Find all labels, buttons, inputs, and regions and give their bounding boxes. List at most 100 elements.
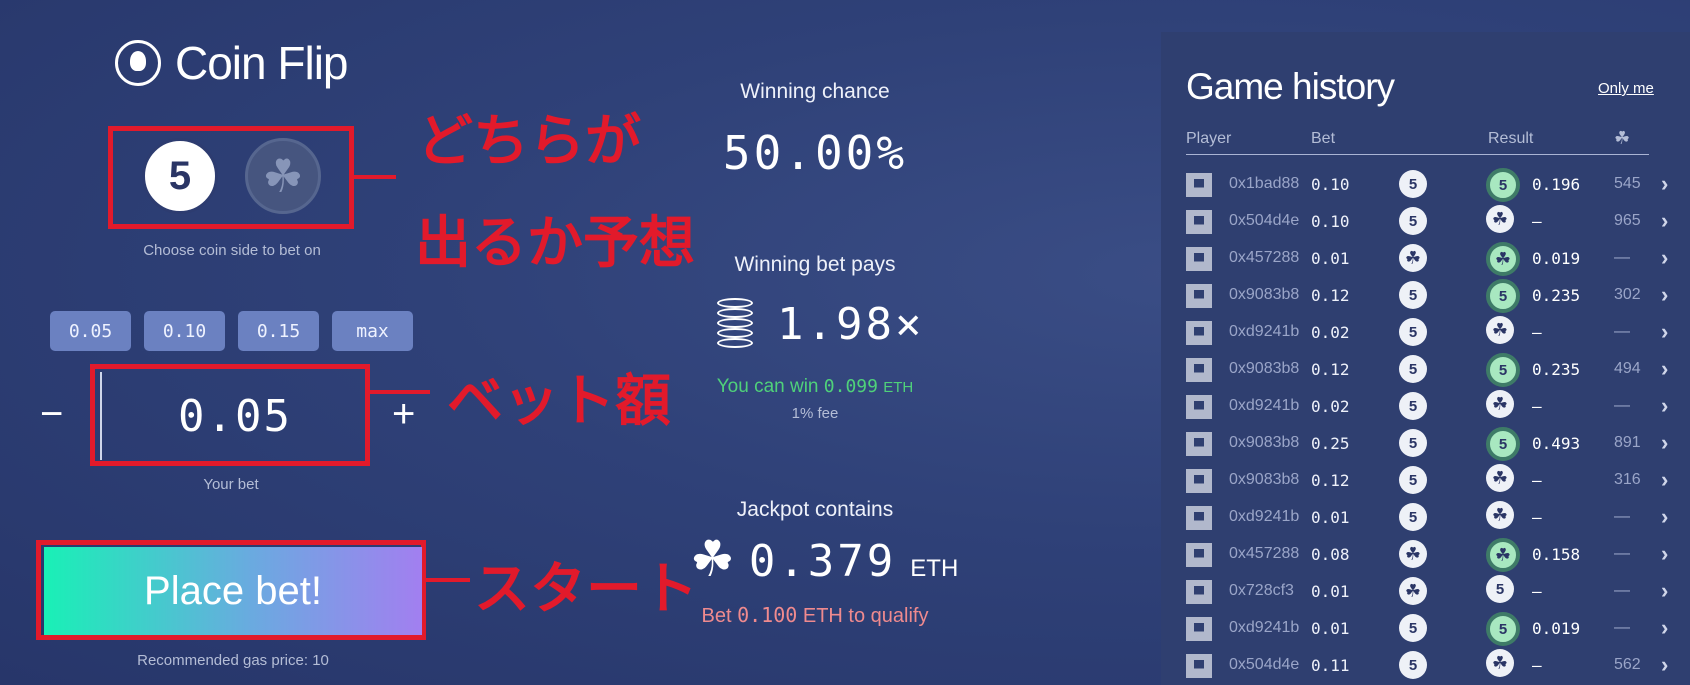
row-bet: 0.12 (1311, 471, 1350, 490)
chevron-right-icon[interactable]: › (1661, 319, 1668, 345)
history-row[interactable]: 0x9083b8 0.12 5 5 0.235 302 › (1186, 274, 1668, 313)
header-jackpot-clover-icon: ☘ (1614, 128, 1631, 148)
row-payout: 0.158 (1532, 545, 1581, 564)
chevron-right-icon[interactable]: › (1661, 430, 1668, 456)
your-bet-label: Your bet (203, 476, 259, 493)
chevron-right-icon[interactable]: › (1661, 615, 1668, 641)
history-row[interactable]: 0x457288 0.01 ☘ ☘ 0.019 — › (1186, 237, 1668, 276)
game-history-panel: Game history Only me Player Bet Result ☘… (1161, 32, 1690, 685)
history-row[interactable]: 0x457288 0.08 ☘ ☘ 0.158 — › (1186, 533, 1668, 572)
row-pick-coin-icon: 5 (1399, 651, 1427, 679)
chevron-right-icon[interactable]: › (1661, 578, 1668, 604)
row-jackpot: 965 (1614, 212, 1641, 229)
place-bet-button[interactable]: Place bet! (44, 547, 422, 635)
row-pick-coin-icon: ☘ (1399, 540, 1427, 568)
row-pick-coin-icon: 5 (1399, 207, 1427, 235)
preset-0-15-button[interactable]: 0.15 (238, 311, 319, 351)
chevron-right-icon[interactable]: › (1661, 282, 1668, 308)
row-result-coin-icon: ☘ (1486, 501, 1514, 529)
player-avatar (1186, 432, 1212, 456)
row-bet: 0.12 (1311, 286, 1350, 305)
chevron-right-icon[interactable]: › (1661, 356, 1668, 382)
history-row[interactable]: 0x1bad88 0.10 5 5 0.196 545 › (1186, 163, 1668, 202)
history-row[interactable]: 0x728cf3 0.01 ☘ 5 — — › (1186, 570, 1668, 607)
row-payout: 0.493 (1532, 434, 1581, 453)
app-title: Coin Flip (115, 36, 349, 90)
row-result-coin-icon: 5 (1486, 575, 1514, 603)
row-result-coin-icon: ☘ (1486, 316, 1514, 344)
row-result-coin-icon: 5 (1486, 279, 1520, 313)
coin-five-button[interactable]: 5 (142, 138, 218, 214)
player-avatar (1186, 210, 1212, 234)
row-payout: — (1532, 212, 1542, 231)
row-player: 0x504d4e (1229, 656, 1300, 673)
row-result-coin-icon: ☘ (1486, 538, 1520, 572)
chevron-right-icon[interactable]: › (1661, 504, 1668, 530)
history-row[interactable]: 0xd9241b 0.01 5 ☘ — — › (1186, 496, 1668, 533)
history-row[interactable]: 0xd9241b 0.02 5 ☘ — — › (1186, 311, 1668, 348)
winning-pays-row: 1.98× (715, 296, 924, 352)
can-win-text: You can win 0.099 ETH (655, 376, 975, 398)
decrease-bet-button[interactable]: − (40, 392, 63, 437)
player-avatar (1186, 247, 1212, 271)
history-row[interactable]: 0x504d4e 0.11 5 ☘ — 562 › (1186, 644, 1668, 681)
history-row[interactable]: 0x504d4e 0.10 5 ☘ — 965 › (1186, 200, 1668, 237)
row-player: 0x9083b8 (1229, 286, 1300, 303)
player-avatar (1186, 321, 1212, 345)
row-bet: 0.10 (1311, 175, 1350, 194)
only-me-filter-link[interactable]: Only me (1598, 80, 1654, 97)
bet-amount-input[interactable] (100, 372, 368, 460)
row-bet: 0.10 (1311, 212, 1350, 231)
can-win-value: 0.099 (823, 376, 878, 397)
jackpot-value: 0.379 (748, 536, 897, 587)
history-row[interactable]: 0xd9241b 0.01 5 5 0.019 — › (1186, 607, 1668, 646)
row-result-coin-icon: 5 (1486, 427, 1520, 461)
chevron-right-icon[interactable]: › (1661, 171, 1668, 197)
row-pick-coin-icon: 5 (1399, 614, 1427, 642)
row-bet: 0.01 (1311, 619, 1350, 638)
row-payout: 0.019 (1532, 619, 1581, 638)
player-avatar (1186, 469, 1212, 493)
row-payout: — (1532, 397, 1542, 416)
row-pick-coin-icon: 5 (1399, 281, 1427, 309)
history-row[interactable]: 0x9083b8 0.12 5 ☘ — 316 › (1186, 459, 1668, 496)
can-win-unit: ETH (883, 379, 914, 396)
row-jackpot: — (1614, 619, 1630, 636)
row-jackpot: 302 (1614, 286, 1641, 303)
row-player: 0xd9241b (1229, 323, 1300, 340)
row-pick-coin-icon: 5 (1399, 503, 1427, 531)
preset-max-button[interactable]: max (332, 311, 413, 351)
row-result-coin-icon: 5 (1486, 612, 1520, 646)
row-payout: — (1532, 508, 1542, 527)
history-row[interactable]: 0x9083b8 0.12 5 5 0.235 494 › (1186, 348, 1668, 387)
history-row[interactable]: 0x9083b8 0.25 5 5 0.493 891 › (1186, 422, 1668, 461)
header-bet: Bet (1311, 130, 1336, 147)
chevron-right-icon[interactable]: › (1661, 393, 1668, 419)
row-bet: 0.02 (1311, 397, 1350, 416)
row-jackpot: — (1614, 508, 1630, 525)
preset-0-05-button[interactable]: 0.05 (50, 311, 131, 351)
row-player: 0xd9241b (1229, 619, 1300, 636)
jackpot-qualify-text: Bet 0.100 ETH to qualify (655, 603, 975, 628)
chevron-right-icon[interactable]: › (1661, 652, 1668, 678)
preset-0-10-button[interactable]: 0.10 (144, 311, 225, 351)
chevron-right-icon[interactable]: › (1661, 467, 1668, 493)
qualify-prefix: Bet (701, 605, 732, 627)
chevron-right-icon[interactable]: › (1661, 541, 1668, 567)
increase-bet-button[interactable]: + (392, 392, 415, 437)
row-bet: 0.01 (1311, 249, 1350, 268)
coin-stack-icon (715, 296, 757, 352)
row-payout: — (1532, 471, 1542, 490)
coin-logo-icon (115, 40, 161, 86)
player-avatar (1186, 617, 1212, 641)
chevron-right-icon[interactable]: › (1661, 245, 1668, 271)
qualify-value: 0.100 (737, 603, 798, 627)
row-pick-coin-icon: 5 (1399, 170, 1427, 198)
winning-chance-value: 50.00% (722, 126, 908, 180)
history-table-header: Player Bet Result ☘ (1186, 126, 1649, 155)
chevron-right-icon[interactable]: › (1661, 208, 1668, 234)
player-avatar (1186, 543, 1212, 567)
fee-label: 1% fee (791, 405, 839, 422)
history-row[interactable]: 0xd9241b 0.02 5 ☘ — — › (1186, 385, 1668, 422)
coin-clover-button[interactable]: ☘ (245, 138, 321, 214)
